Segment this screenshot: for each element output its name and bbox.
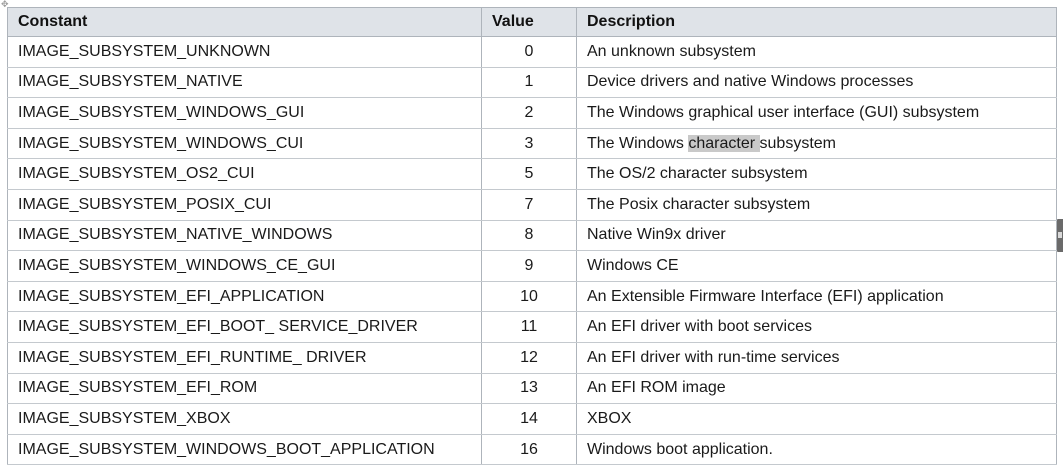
table-row: IMAGE_SUBSYSTEM_EFI_BOOT_ SERVICE_DRIVER… [7, 311, 1057, 343]
constant-cell: IMAGE_SUBSYSTEM_NATIVE_WINDOWS [7, 219, 482, 252]
description-cell: Device drivers and native Windows proces… [576, 66, 1057, 99]
description-cell: Windows CE [576, 250, 1057, 282]
table-row: IMAGE_SUBSYSTEM_EFI_RUNTIME_ DRIVER 12 A… [7, 341, 1057, 374]
value-cell: 7 [481, 188, 577, 221]
description-cell: Native Win9x driver [576, 219, 1057, 252]
resize-handle-icon[interactable] [1057, 219, 1063, 252]
description-text: The Windows [587, 134, 689, 152]
description-cell: An EFI driver with run-time services [576, 341, 1057, 374]
column-header-value: Value [481, 7, 577, 37]
table-row: IMAGE_SUBSYSTEM_POSIX_CUI 7 The Posix ch… [7, 188, 1057, 221]
table-row: IMAGE_SUBSYSTEM_WINDOWS_BOOT_APPLICATION… [7, 433, 1057, 466]
constant-cell: IMAGE_SUBSYSTEM_WINDOWS_BOOT_APPLICATION [7, 433, 482, 466]
description-cell: An EFI driver with boot services [576, 311, 1057, 343]
value-cell: 14 [481, 403, 577, 435]
column-header-constant: Constant [7, 7, 482, 37]
table-row: IMAGE_SUBSYSTEM_UNKNOWN 0 An unknown sub… [7, 36, 1057, 68]
subsystem-table: Constant Value Description IMAGE_SUBSYST… [7, 7, 1057, 466]
value-cell: 11 [481, 311, 577, 343]
description-cell: An unknown subsystem [576, 36, 1057, 68]
constant-cell: IMAGE_SUBSYSTEM_XBOX [7, 403, 482, 435]
constant-cell: IMAGE_SUBSYSTEM_EFI_BOOT_ SERVICE_DRIVER [7, 311, 482, 343]
constant-cell: IMAGE_SUBSYSTEM_EFI_APPLICATION [7, 280, 482, 313]
constant-cell: IMAGE_SUBSYSTEM_EFI_ROM [7, 372, 482, 405]
value-cell: 13 [481, 372, 577, 405]
constant-cell: IMAGE_SUBSYSTEM_POSIX_CUI [7, 188, 482, 221]
value-cell: 2 [481, 97, 577, 129]
column-header-description: Description [576, 7, 1057, 37]
description-cell: The OS/2 character subsystem [576, 158, 1057, 190]
value-cell: 16 [481, 433, 577, 466]
constant-cell: IMAGE_SUBSYSTEM_WINDOWS_CUI [7, 127, 482, 160]
description-text: subsystem [759, 134, 836, 152]
value-cell: 5 [481, 158, 577, 190]
description-cell: XBOX [576, 403, 1057, 435]
constant-cell: IMAGE_SUBSYSTEM_OS2_CUI [7, 158, 482, 190]
table-row: IMAGE_SUBSYSTEM_NATIVE 1 Device drivers … [7, 66, 1057, 99]
table-header-row: Constant Value Description [7, 7, 1057, 37]
constant-cell: IMAGE_SUBSYSTEM_EFI_RUNTIME_ DRIVER [7, 341, 482, 374]
table-row: IMAGE_SUBSYSTEM_WINDOWS_CUI 3 The Window… [7, 127, 1057, 160]
value-cell: 9 [481, 250, 577, 282]
constant-cell: IMAGE_SUBSYSTEM_NATIVE [7, 66, 482, 99]
table-row: IMAGE_SUBSYSTEM_EFI_ROM 13 An EFI ROM im… [7, 372, 1057, 405]
value-cell: 10 [481, 280, 577, 313]
constant-cell: IMAGE_SUBSYSTEM_WINDOWS_CE_GUI [7, 250, 482, 282]
description-cell: Windows boot application. [576, 433, 1057, 466]
value-cell: 0 [481, 36, 577, 68]
description-cell: The Posix character subsystem [576, 188, 1057, 221]
table-row: IMAGE_SUBSYSTEM_OS2_CUI 5 The OS/2 chara… [7, 158, 1057, 190]
table-row: IMAGE_SUBSYSTEM_WINDOWS_GUI 2 The Window… [7, 97, 1057, 129]
description-cell: The Windows character subsystem [576, 127, 1057, 160]
value-cell: 1 [481, 66, 577, 99]
constant-cell: IMAGE_SUBSYSTEM_WINDOWS_GUI [7, 97, 482, 129]
table-row: IMAGE_SUBSYSTEM_EFI_APPLICATION 10 An Ex… [7, 280, 1057, 313]
description-cell: An Extensible Firmware Interface (EFI) a… [576, 280, 1057, 313]
description-cell: The Windows graphical user interface (GU… [576, 97, 1057, 129]
value-cell: 8 [481, 219, 577, 252]
value-cell: 12 [481, 341, 577, 374]
table-row: IMAGE_SUBSYSTEM_XBOX 14 XBOX [7, 403, 1057, 435]
table-row: IMAGE_SUBSYSTEM_NATIVE_WINDOWS 8 Native … [7, 219, 1057, 252]
description-cell: An EFI ROM image [576, 372, 1057, 405]
highlighted-text: character [688, 134, 760, 152]
constant-cell: IMAGE_SUBSYSTEM_UNKNOWN [7, 36, 482, 68]
table-row: IMAGE_SUBSYSTEM_WINDOWS_CE_GUI 9 Windows… [7, 250, 1057, 282]
value-cell: 3 [481, 127, 577, 160]
